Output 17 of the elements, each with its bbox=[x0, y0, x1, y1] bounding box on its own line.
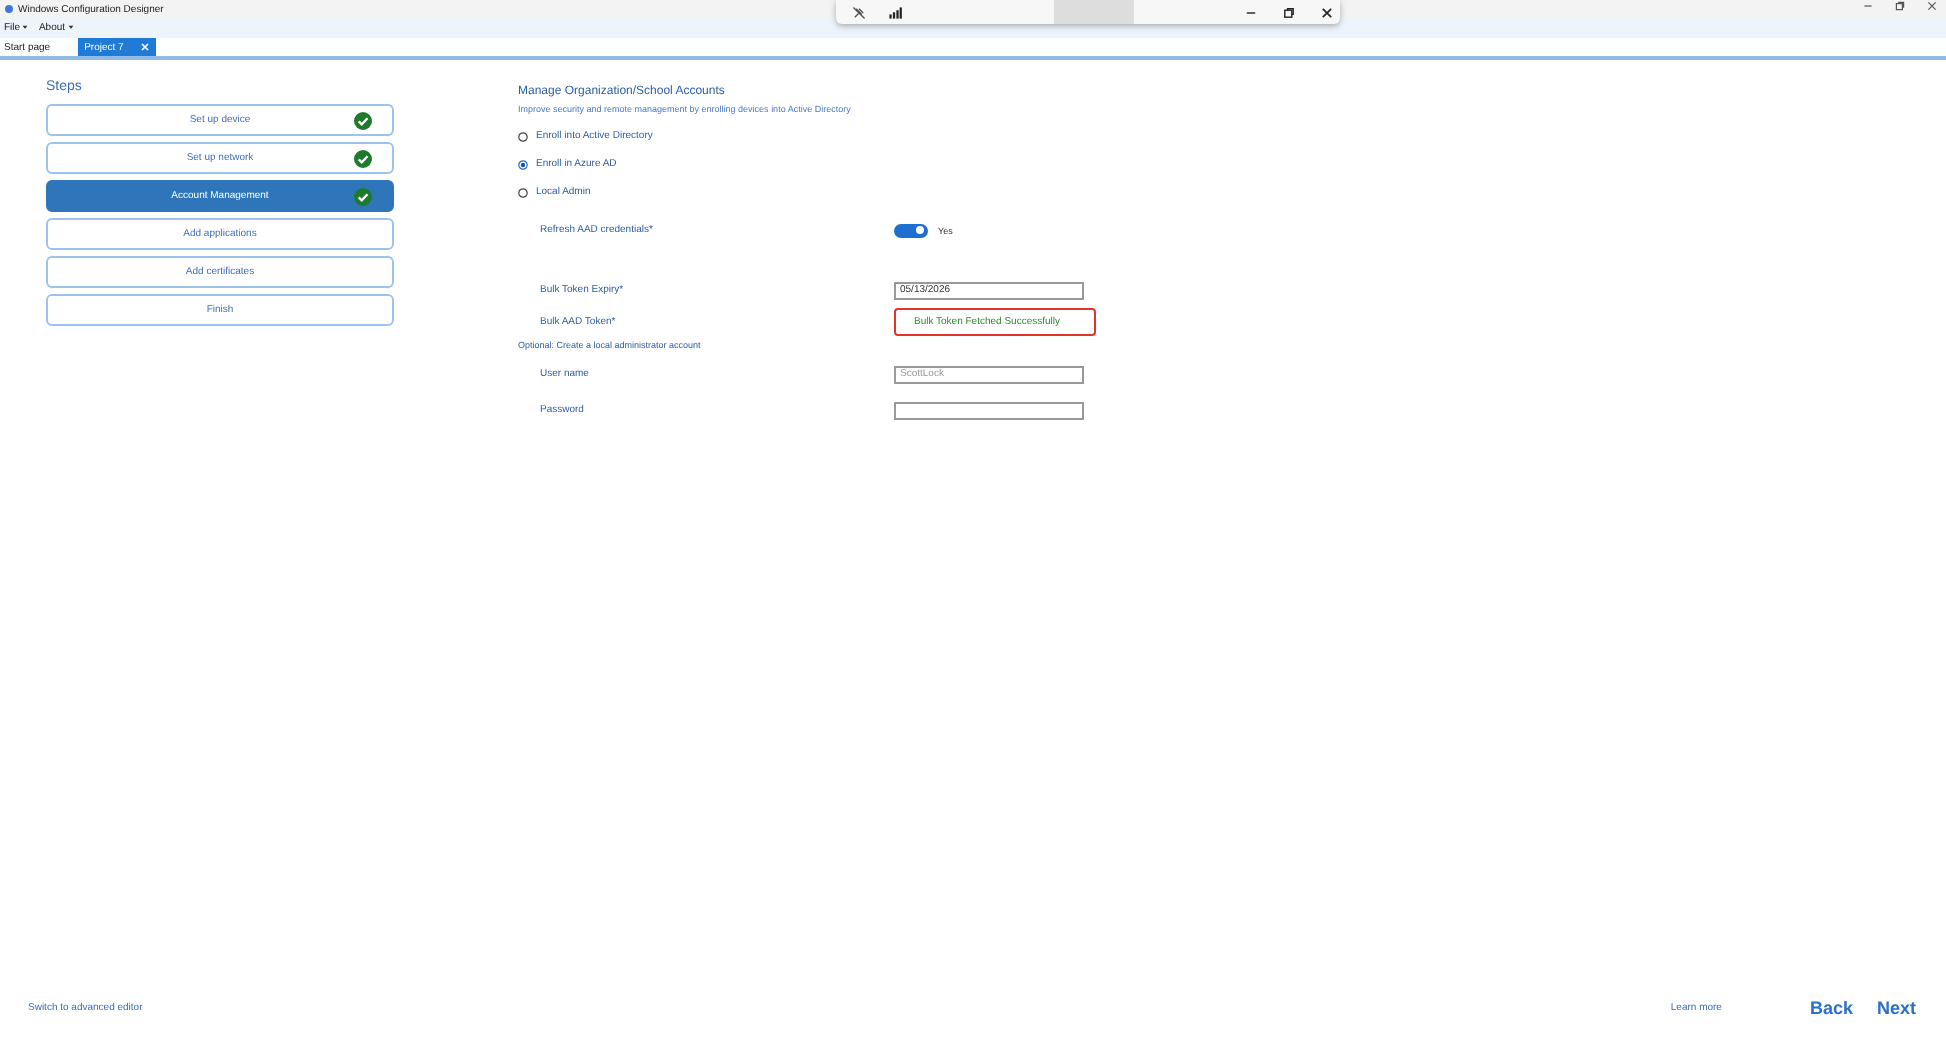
next-button[interactable]: Next bbox=[1876, 998, 1916, 1018]
restore-icon[interactable] bbox=[1282, 5, 1296, 19]
input-field[interactable] bbox=[894, 401, 1084, 419]
signal-icon bbox=[888, 5, 902, 19]
restore-icon[interactable] bbox=[1894, 0, 1906, 12]
caret-icon bbox=[22, 24, 29, 30]
pin-off-icon[interactable] bbox=[852, 5, 866, 19]
caret-icon bbox=[67, 24, 74, 30]
radio-icon[interactable] bbox=[518, 131, 528, 141]
back-button[interactable]: Back bbox=[1809, 998, 1853, 1018]
close-icon[interactable] bbox=[1926, 0, 1938, 12]
close-icon[interactable] bbox=[1320, 5, 1334, 19]
minimize-icon[interactable] bbox=[1862, 0, 1874, 12]
radio-icon[interactable] bbox=[518, 187, 528, 197]
radio-icon[interactable] bbox=[518, 159, 528, 169]
toggle-switch[interactable] bbox=[894, 223, 928, 237]
app-icon bbox=[4, 4, 14, 14]
